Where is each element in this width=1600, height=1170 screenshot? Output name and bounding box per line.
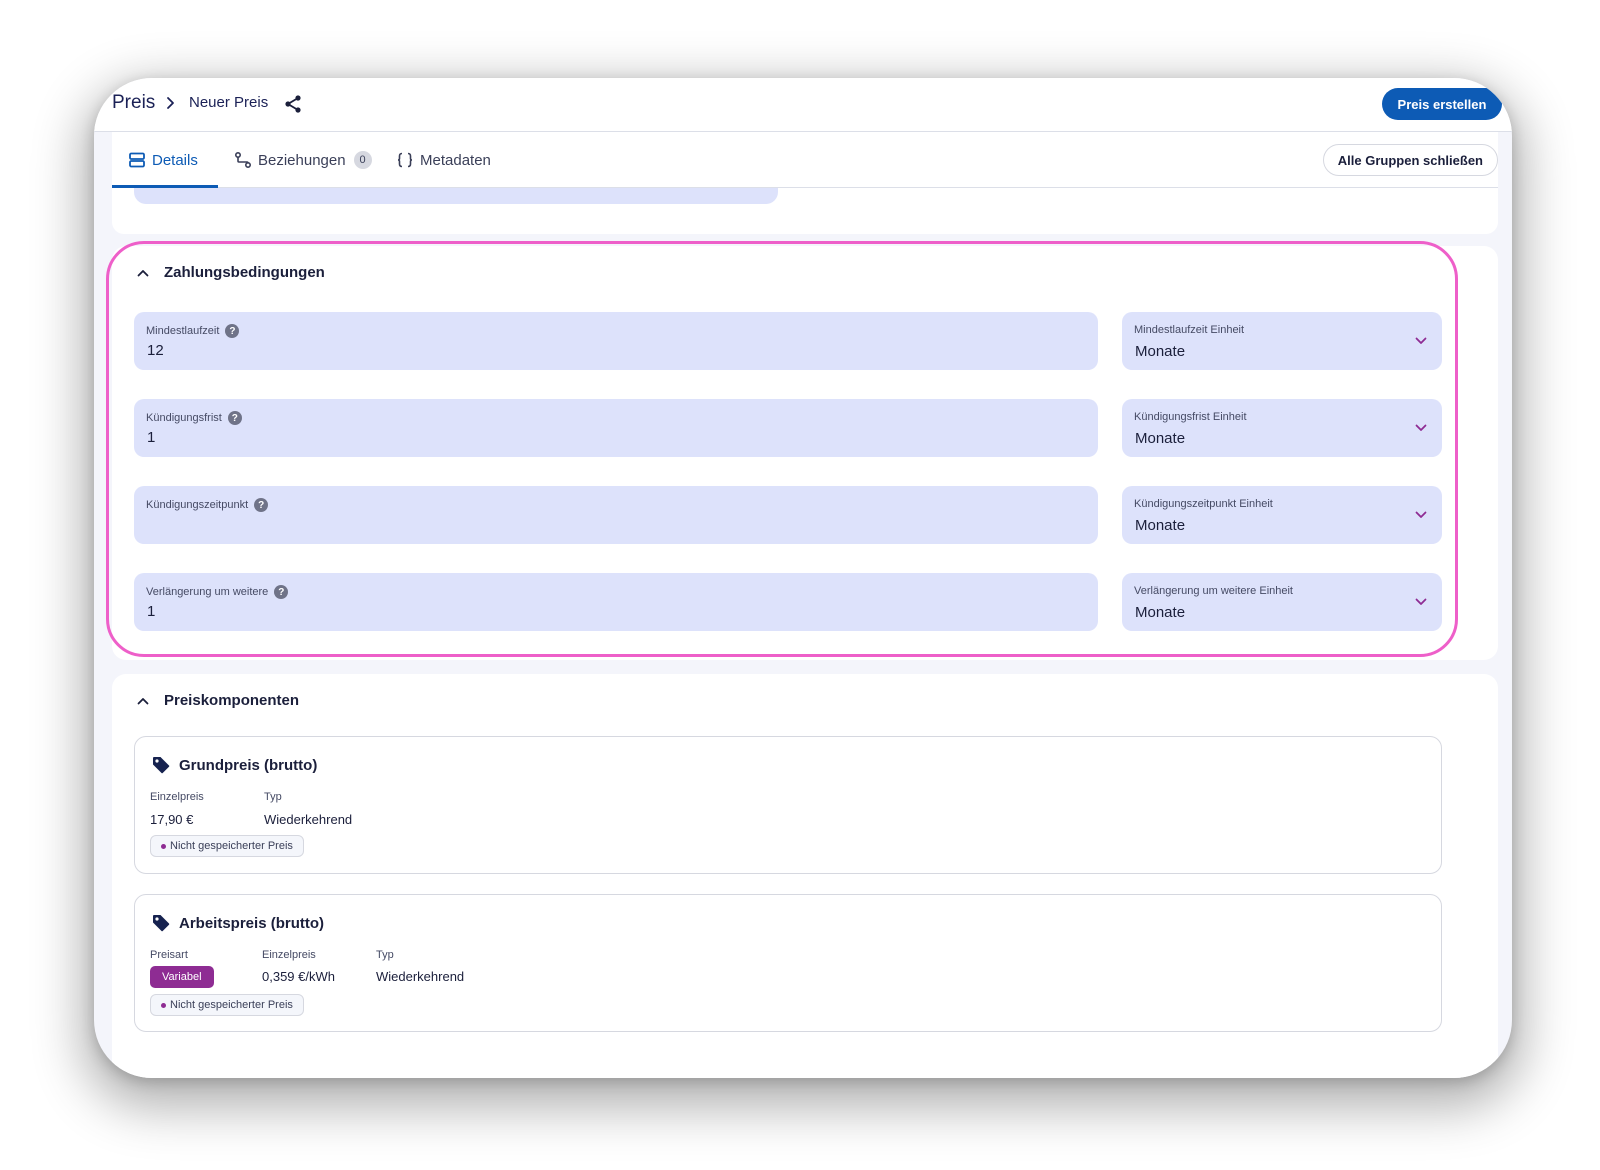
renewal-field[interactable]: Verlängerung um weitere ? 1 bbox=[134, 573, 1098, 631]
field-label: Kündigungszeitpunkt Einheit bbox=[1134, 498, 1273, 510]
chevron-down-icon bbox=[1415, 424, 1427, 431]
unsaved-price-badge: Nicht gespeicherter Preis bbox=[150, 994, 304, 1016]
chevron-right-icon bbox=[167, 97, 174, 109]
select-value: Monate bbox=[1135, 430, 1186, 447]
field-value: 12 bbox=[147, 342, 164, 359]
previous-field[interactable] bbox=[134, 188, 778, 204]
field-label: Kündigungszeitpunkt ? bbox=[146, 498, 269, 512]
unit-price-label: Einzelpreis bbox=[150, 791, 204, 803]
type-value: Wiederkehrend bbox=[376, 969, 465, 984]
collapse-all-groups-button[interactable]: Alle Gruppen schließen bbox=[1322, 144, 1498, 176]
renewal-unit-select[interactable]: Verlängerung um weitere Einheit Monate bbox=[1122, 573, 1442, 631]
tab-bar: Details Beziehungen 0 Metadaten Alle Gru… bbox=[112, 132, 1498, 188]
price-components-header[interactable]: Preiskomponenten bbox=[136, 692, 299, 709]
variable-price-badge: Variabel bbox=[150, 966, 214, 988]
status-dot bbox=[161, 1002, 166, 1008]
tab-label: Beziehungen bbox=[258, 151, 346, 169]
price-component-title: Arbeitspreis (brutto) bbox=[151, 913, 324, 933]
price-component-title-text: Grundpreis (brutto) bbox=[179, 756, 318, 774]
chevron-down-icon bbox=[1415, 511, 1427, 518]
unit-price-value: 0,359 €/kWh bbox=[262, 969, 335, 984]
breadcrumb-root[interactable]: Preis bbox=[112, 92, 155, 114]
field-label: Verlängerung um weitere ? bbox=[146, 585, 289, 599]
notice-period-field[interactable]: Kündigungsfrist ? 1 bbox=[134, 399, 1098, 457]
field-value: 1 bbox=[147, 429, 156, 446]
chevron-down-icon bbox=[1415, 598, 1427, 605]
create-price-button[interactable]: Preis erstellen bbox=[1382, 88, 1502, 120]
cancellation-date-unit-select[interactable]: Kündigungszeitpunkt Einheit Monate bbox=[1122, 486, 1442, 544]
tab-label: Metadaten bbox=[420, 151, 491, 169]
type-label: Typ bbox=[376, 949, 394, 961]
section-title: Preiskomponenten bbox=[164, 692, 300, 709]
field-label: Mindestlaufzeit ? bbox=[146, 324, 240, 338]
help-icon[interactable]: ? bbox=[274, 585, 289, 599]
relations-count-badge: 0 bbox=[353, 151, 372, 169]
share-icon[interactable] bbox=[283, 94, 303, 114]
price-tag-icon bbox=[153, 915, 170, 932]
rows-icon bbox=[129, 152, 145, 168]
notice-period-unit-select[interactable]: Kündigungsfrist Einheit Monate bbox=[1122, 399, 1442, 457]
field-value: 1 bbox=[147, 603, 156, 620]
price-component-title: Grundpreis (brutto) bbox=[151, 755, 317, 775]
price-component-card[interactable]: Grundpreis (brutto) Einzelpreis 17,90 € … bbox=[134, 736, 1442, 874]
select-value: Monate bbox=[1135, 343, 1186, 360]
section-title: Zahlungsbedingungen bbox=[164, 264, 325, 281]
field-label: Kündigungsfrist Einheit bbox=[1134, 411, 1247, 423]
chevron-down-icon bbox=[1415, 337, 1427, 344]
select-value: Monate bbox=[1135, 604, 1186, 621]
tab-relations[interactable]: Beziehungen 0 bbox=[234, 132, 372, 188]
field-label-text: Mindestlaufzeit bbox=[146, 325, 220, 337]
field-label-text: Kündigungsfrist bbox=[146, 412, 222, 424]
tab-label: Details bbox=[152, 151, 198, 169]
field-label-text: Verlängerung um weitere bbox=[146, 586, 269, 598]
minimum-term-field[interactable]: Mindestlaufzeit ? 12 bbox=[134, 312, 1098, 370]
status-text: Nicht gespeicherter Preis bbox=[170, 840, 293, 852]
help-icon[interactable]: ? bbox=[227, 411, 242, 425]
field-label: Verlängerung um weitere Einheit bbox=[1134, 585, 1293, 597]
help-icon[interactable]: ? bbox=[254, 498, 269, 512]
unit-price-label: Einzelpreis bbox=[262, 949, 316, 961]
tab-details[interactable]: Details bbox=[128, 132, 198, 188]
price-tag-icon bbox=[153, 757, 170, 774]
tab-metadata[interactable]: Metadaten bbox=[396, 132, 491, 188]
status-text: Nicht gespeicherter Preis bbox=[170, 999, 293, 1011]
field-label: Mindestlaufzeit Einheit bbox=[1134, 324, 1245, 336]
status-dot bbox=[161, 843, 166, 849]
type-label: Typ bbox=[264, 791, 282, 803]
cancellation-date-field[interactable]: Kündigungszeitpunkt ? bbox=[134, 486, 1098, 544]
type-value: Wiederkehrend bbox=[264, 812, 353, 827]
select-value: Monate bbox=[1135, 517, 1186, 534]
chevron-up-icon bbox=[137, 269, 149, 276]
field-label-text: Kündigungszeitpunkt bbox=[146, 499, 249, 511]
price-type-label: Preisart bbox=[150, 949, 188, 961]
help-icon[interactable]: ? bbox=[225, 324, 240, 338]
unsaved-price-badge: Nicht gespeicherter Preis bbox=[150, 835, 304, 857]
price-component-title-text: Arbeitspreis (brutto) bbox=[179, 914, 325, 932]
price-components-section: Preiskomponenten Grundpreis (brutto) Ein… bbox=[112, 674, 1498, 1078]
minimum-term-unit-select[interactable]: Mindestlaufzeit Einheit Monate bbox=[1122, 312, 1442, 370]
chevron-up-icon bbox=[137, 697, 149, 704]
braces-icon bbox=[397, 152, 413, 168]
payment-terms-section: Zahlungsbedingungen Mindestlaufzeit ? 12… bbox=[112, 246, 1498, 660]
unit-price-value: 17,90 € bbox=[150, 812, 194, 827]
top-bar: Preis Neuer Preis Preis erstellen bbox=[94, 78, 1512, 132]
breadcrumb-current: Neuer Preis bbox=[189, 94, 269, 111]
app-window: Preis Neuer Preis Preis erstellen Detail… bbox=[94, 78, 1512, 1078]
payment-terms-header[interactable]: Zahlungsbedingungen bbox=[136, 264, 325, 281]
previous-section-card bbox=[112, 188, 1498, 234]
price-component-card[interactable]: Arbeitspreis (brutto) Preisart Variabel … bbox=[134, 894, 1442, 1032]
field-label: Kündigungsfrist ? bbox=[146, 411, 242, 425]
relations-icon bbox=[234, 151, 252, 169]
